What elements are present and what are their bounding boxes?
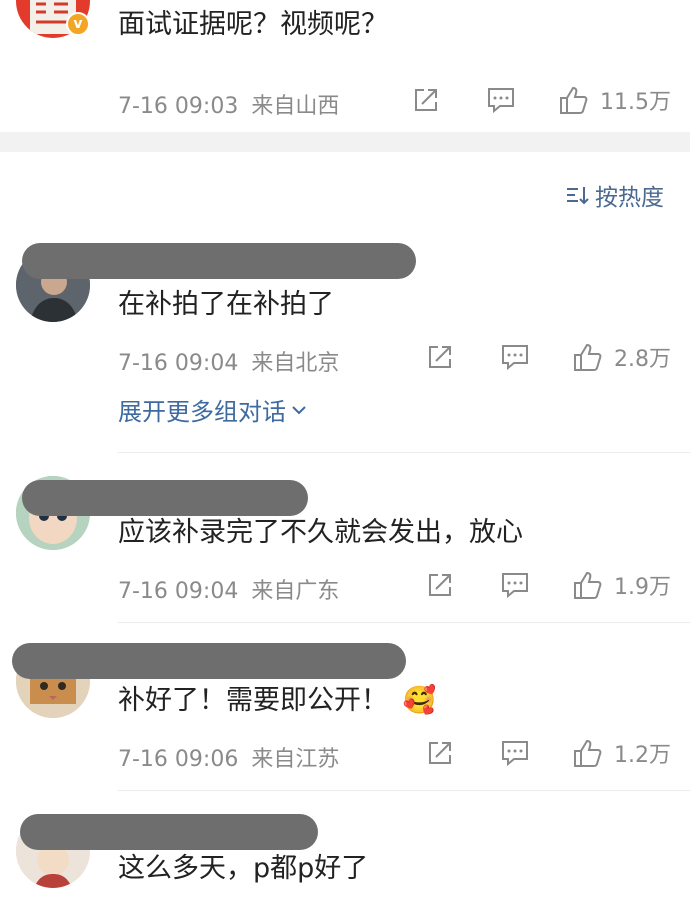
emoji-icon: 🥰 bbox=[402, 685, 437, 716]
like-count: 1.9万 bbox=[614, 575, 671, 600]
comment-text: 面试证据呢？视频呢？ bbox=[118, 9, 388, 40]
share-button[interactable] bbox=[426, 343, 454, 371]
like-button[interactable]: 11.5万 bbox=[558, 84, 671, 116]
redacted-username bbox=[20, 814, 318, 850]
like-button[interactable]: 1.2万 bbox=[572, 737, 671, 769]
comment-meta: 7-16 09:06 来自江苏 bbox=[118, 741, 339, 773]
like-button[interactable]: 1.9万 bbox=[572, 569, 671, 601]
comment-location: 来自江苏 bbox=[251, 747, 340, 772]
sort-button[interactable]: 按热度 bbox=[565, 178, 664, 212]
share-icon bbox=[429, 574, 451, 596]
comment-meta: 7-16 09:03 来自山西 bbox=[118, 88, 339, 120]
share-button[interactable] bbox=[412, 86, 440, 114]
sort-icon bbox=[567, 187, 589, 205]
comment-time: 7-16 09:04 bbox=[118, 579, 239, 604]
comment-location: 来自山西 bbox=[251, 94, 340, 119]
comment-time: 7-16 09:04 bbox=[118, 351, 239, 376]
comment-separator bbox=[118, 622, 690, 623]
comment-separator bbox=[118, 452, 690, 453]
like-button[interactable]: 2.8万 bbox=[572, 341, 671, 373]
thumbs-up-icon bbox=[560, 86, 588, 114]
redacted-username bbox=[22, 480, 308, 516]
share-button[interactable] bbox=[426, 739, 454, 767]
comment-icon bbox=[502, 345, 528, 371]
verified-badge-icon: v bbox=[66, 12, 90, 36]
comment-time: 7-16 09:06 bbox=[118, 747, 239, 772]
redacted-username bbox=[22, 243, 416, 279]
like-count: 11.5万 bbox=[600, 90, 671, 115]
expand-label: 展开更多组对话 bbox=[118, 398, 286, 426]
comment-text: 应该补录完了不久就会发出，放心 bbox=[118, 517, 523, 548]
like-count: 2.8万 bbox=[614, 347, 671, 372]
comment-text: 补好了！需要即公开！ 🥰 bbox=[118, 684, 436, 718]
like-count: 1.2万 bbox=[614, 743, 671, 768]
section-divider bbox=[0, 132, 690, 152]
thumbs-up-icon bbox=[574, 739, 602, 767]
comment-meta: 7-16 09:04 来自广东 bbox=[118, 573, 339, 605]
comment-location: 来自北京 bbox=[251, 351, 340, 376]
share-icon bbox=[429, 742, 451, 764]
reply-button[interactable] bbox=[500, 571, 530, 599]
thumbs-up-icon bbox=[574, 571, 602, 599]
comment-text-body: 补好了！需要即公开！ bbox=[118, 685, 388, 716]
thumbs-up-icon bbox=[574, 343, 602, 371]
comment-text: 在补拍了在补拍了 bbox=[118, 289, 334, 320]
share-button[interactable] bbox=[426, 571, 454, 599]
comment-icon bbox=[502, 573, 528, 599]
reply-button[interactable] bbox=[486, 86, 516, 114]
reply-button[interactable] bbox=[500, 343, 530, 371]
comment-time: 7-16 09:03 bbox=[118, 94, 239, 119]
sort-label: 按热度 bbox=[595, 185, 664, 211]
comment-icon bbox=[488, 88, 514, 114]
comment-text: 这么多天，p都p好了 bbox=[118, 853, 369, 884]
comment-separator bbox=[118, 790, 690, 791]
chevron-down-icon bbox=[292, 405, 306, 414]
comment-meta: 7-16 09:04 来自北京 bbox=[118, 345, 339, 377]
redacted-username bbox=[12, 643, 406, 679]
expand-replies-link[interactable]: 展开更多组对话 bbox=[118, 392, 308, 427]
comment-location: 来自广东 bbox=[251, 579, 340, 604]
comment-icon bbox=[502, 741, 528, 767]
reply-button[interactable] bbox=[500, 739, 530, 767]
share-icon bbox=[429, 346, 451, 368]
top-comment: v 面试证据呢？视频呢？ 7-16 09:03 来自山西 11.5万 bbox=[0, 0, 690, 132]
share-icon bbox=[415, 89, 437, 111]
